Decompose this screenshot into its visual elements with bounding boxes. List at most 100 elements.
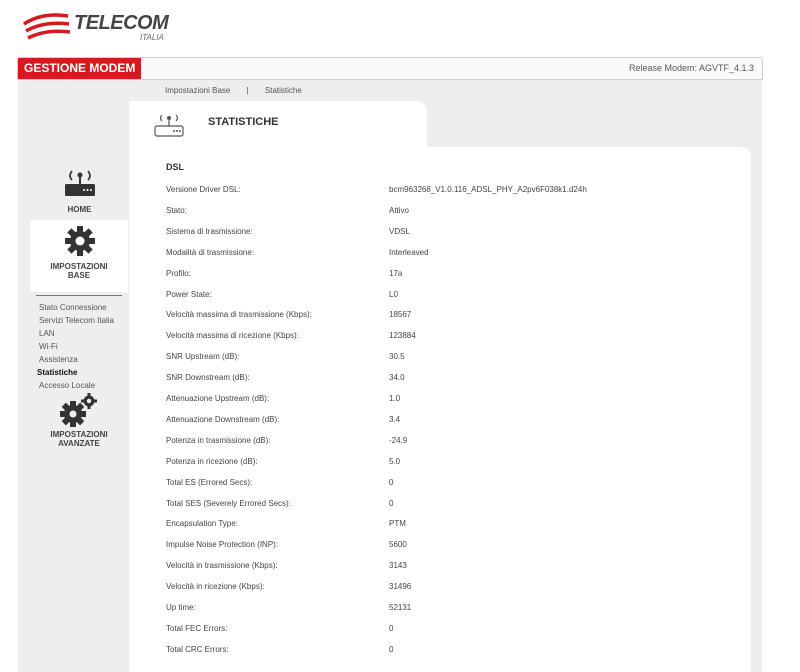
stats-row: Stato: Attivo [166,206,726,226]
stats-label: Power State: [166,289,212,299]
stats-value: 123884 [389,331,416,341]
stats-value: Interleaved [389,247,429,257]
stats-row: Total FEC Errors: 0 [166,624,726,644]
stats-value: VDSL [389,226,410,236]
nav-link-impostazioni-base[interactable]: Impostazioni Base [165,86,230,95]
stats-label: Total FEC Errors: [166,623,228,633]
submenu-item[interactable]: Assistenza [39,354,114,367]
stats-panel: DSL Versione Driver DSL: bcm963268_V1.0.1… [129,147,751,672]
submenu-item[interactable]: Servizi Telecom Italia [39,315,114,328]
stats-row: SNR Upstream (dB): 30.5 [166,352,726,372]
stats-row: Modalità di trasmissione: Interleaved [166,248,726,268]
stats-value: L0 [389,289,398,299]
sidebar-adv-label: IMPOSTAZIONI AVANZATE [30,430,128,448]
dsl-heading: DSL [166,162,184,172]
stats-value: 3143 [389,561,407,571]
stats-label: Velocità massima di ricezione (Kbps): [166,331,299,341]
router-icon [154,114,184,137]
sidebar-item-home[interactable]: HOME [47,165,112,214]
gear-icon [65,226,95,256]
submenu-item[interactable]: Stato Connessione [39,302,114,315]
sidebar-item-impostazioni-avanzate[interactable]: IMPOSTAZIONI AVANZATE [30,392,128,452]
release-info: Release Modem: AGVTF_4.1.3 [628,63,754,73]
submenu-item[interactable]: LAN [39,328,114,341]
gears-icon [60,393,97,427]
sidebar-adv-label-line1: IMPOSTAZIONI [50,430,108,439]
stats-row: Power State: L0 [166,290,726,310]
stats-value: 1.0 [389,394,401,403]
stats-label: Velocità in ricezione (Kbps): [166,582,265,592]
stats-row: Encapsulation Type: PTM [166,519,726,539]
app-title: GESTIONE MODEM [18,58,142,79]
stats-label: Potenza in ricezione (dB): [166,456,258,466]
stats-value: -24.9 [389,435,408,445]
stats-row: Attenuazione Downstream (dB): 3.4 [166,415,726,435]
telecom-logo: TELECOM ITALIA [22,12,169,44]
stats-label: Stato: [166,205,187,215]
router-home-icon [64,170,95,196]
stats-value: 31496 [389,582,412,592]
stats-label: Total ES (Errored Secs): [166,477,253,487]
sidebar-submenu: Stato Connessione Servizi Telecom Italia L… [37,302,114,393]
stats-row: Attenuazione Upstream (dB): 1.0 [166,394,726,414]
section-header: STATISTICHE [129,101,427,149]
logo-subtext: ITALIA [140,33,164,42]
stats-label: Attenuazione Upstream (dB): [166,394,270,403]
sidebar-base-label-line1: IMPOSTAZIONI [50,262,108,271]
sidebar-home-label: HOME [67,205,92,214]
stats-value: 5.0 [389,456,401,466]
stats-row: Impulse Noise Protection (INP): 5600 [166,540,726,560]
stats-value: 17a [389,268,403,278]
stats-value: 0 [389,498,394,508]
stats-value: 30.5 [389,352,405,362]
stats-row: Versione Driver DSL: bcm963268_V1.0.116_A… [166,185,726,205]
stats-row: Total ES (Errored Secs): 0 [166,478,726,498]
stats-row: Total SES (Severely Errored Secs): 0 [166,499,726,519]
submenu-item[interactable]: Statistiche [37,367,114,380]
stats-label: Velocità in trasmissione (Kbps): [166,561,278,571]
stats-value: 34.0 [389,373,405,383]
nav-link-statistiche[interactable]: Statistiche [265,86,302,95]
stats-row: Profilo: 17a [166,269,726,289]
telecom-logo-mark-icon [23,13,71,40]
stats-label: Attenuazione Downstream (dB): [166,414,280,424]
stats-value: 52131 [389,603,412,612]
stats-label: Profilo: [166,268,191,278]
stats-row: Potenza in trasmissione (dB): -24.9 [166,436,726,456]
top-bar: GESTIONE MODEM Release Modem: AGVTF_4.1.… [17,57,763,80]
stats-value: Attivo [389,205,410,215]
sidebar-item-impostazioni-base[interactable]: IMPOSTAZIONI BASE [30,220,128,292]
stats-value: 0 [389,644,394,654]
submenu-item[interactable]: Wi-Fi [39,341,114,354]
stats-label: SNR Downstream (dB): [166,373,250,383]
sidebar-base-label: IMPOSTAZIONI BASE [30,262,128,280]
page-title: STATISTICHE [208,116,279,128]
stats-row: Velocità in ricezione (Kbps): 31496 [166,582,726,602]
nav-separator: | [246,86,249,95]
stats-value: PTM [389,519,406,529]
breadcrumb: Impostazioni Base | Statistiche [165,86,316,95]
stats-value: 0 [389,477,394,487]
stats-row: Potenza in ricezione (dB): 5.0 [166,457,726,477]
stats-value: bcm963268_V1.0.116_ADSL_PHY_A2pv6F038k1.… [389,185,587,194]
stats-label: Encapsulation Type: [166,519,238,529]
stats-label: Total CRC Errors: [166,644,229,654]
stats-label: Velocità massima di trasmissione (Kbps): [166,310,312,320]
stats-row: Total CRC Errors: 0 [166,645,726,665]
stats-label: Modalità di trasmissione: [166,247,255,257]
stats-label: Sistema di trasmissione: [166,226,253,236]
stats-label: Total SES (Severely Errored Secs): [166,498,291,508]
stats-label: Versione Driver DSL: [166,185,241,194]
stats-row: Velocità massima di trasmissione (Kbps):… [166,310,726,330]
stats-row: Velocità massima di ricezione (Kbps): 123… [166,331,726,351]
sidebar-base-label-line2: BASE [67,271,91,280]
stats-row: SNR Downstream (dB): 34.0 [166,373,726,393]
stats-label: Impulse Noise Protection (INP): [166,540,279,550]
stats-label: Up time: [166,603,196,612]
stats-value: 0 [389,623,394,633]
stats-row: Sistema di trasmissione: VDSL [166,227,726,247]
sidebar-divider [36,295,122,296]
stats-row: Velocità in trasmissione (Kbps): 3143 [166,561,726,581]
stats-label: SNR Upstream (dB): [166,352,240,362]
stats-row: Up time: 52131 [166,603,726,623]
